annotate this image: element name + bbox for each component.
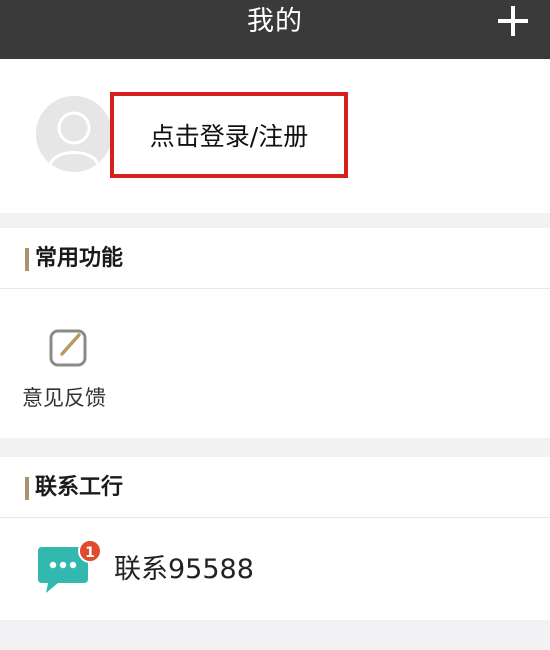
contact-hotline-label: 联系95588 [114,554,254,585]
contact-hotline-item[interactable]: 1 联系95588 [0,519,550,621]
user-avatar-icon[interactable] [36,96,112,172]
common-functions-card: 常用功能 意见反馈 [0,228,550,438]
top-navigation-bar: 我的 [0,0,550,59]
profile-section: 点击登录/注册 [0,59,550,213]
section-title: 联系工行 [35,475,124,500]
feedback-label: 意见反馈 [22,386,106,410]
section-accent-bar [25,248,29,271]
feedback-item[interactable]: 意见反馈 [22,320,122,410]
contact-card: 联系工行 1 联系95588 [0,457,550,620]
edit-feedback-icon [49,329,87,367]
section-title: 常用功能 [35,246,124,271]
plus-icon[interactable] [498,6,528,36]
notification-badge: 1 [78,539,102,563]
common-functions-header: 常用功能 [0,228,550,289]
login-register-button[interactable]: 点击登录/注册 [110,92,348,178]
page-title: 我的 [247,6,303,37]
login-register-label: 点击登录/注册 [149,122,309,151]
section-accent-bar [25,477,29,500]
contact-header: 联系工行 [0,457,550,518]
